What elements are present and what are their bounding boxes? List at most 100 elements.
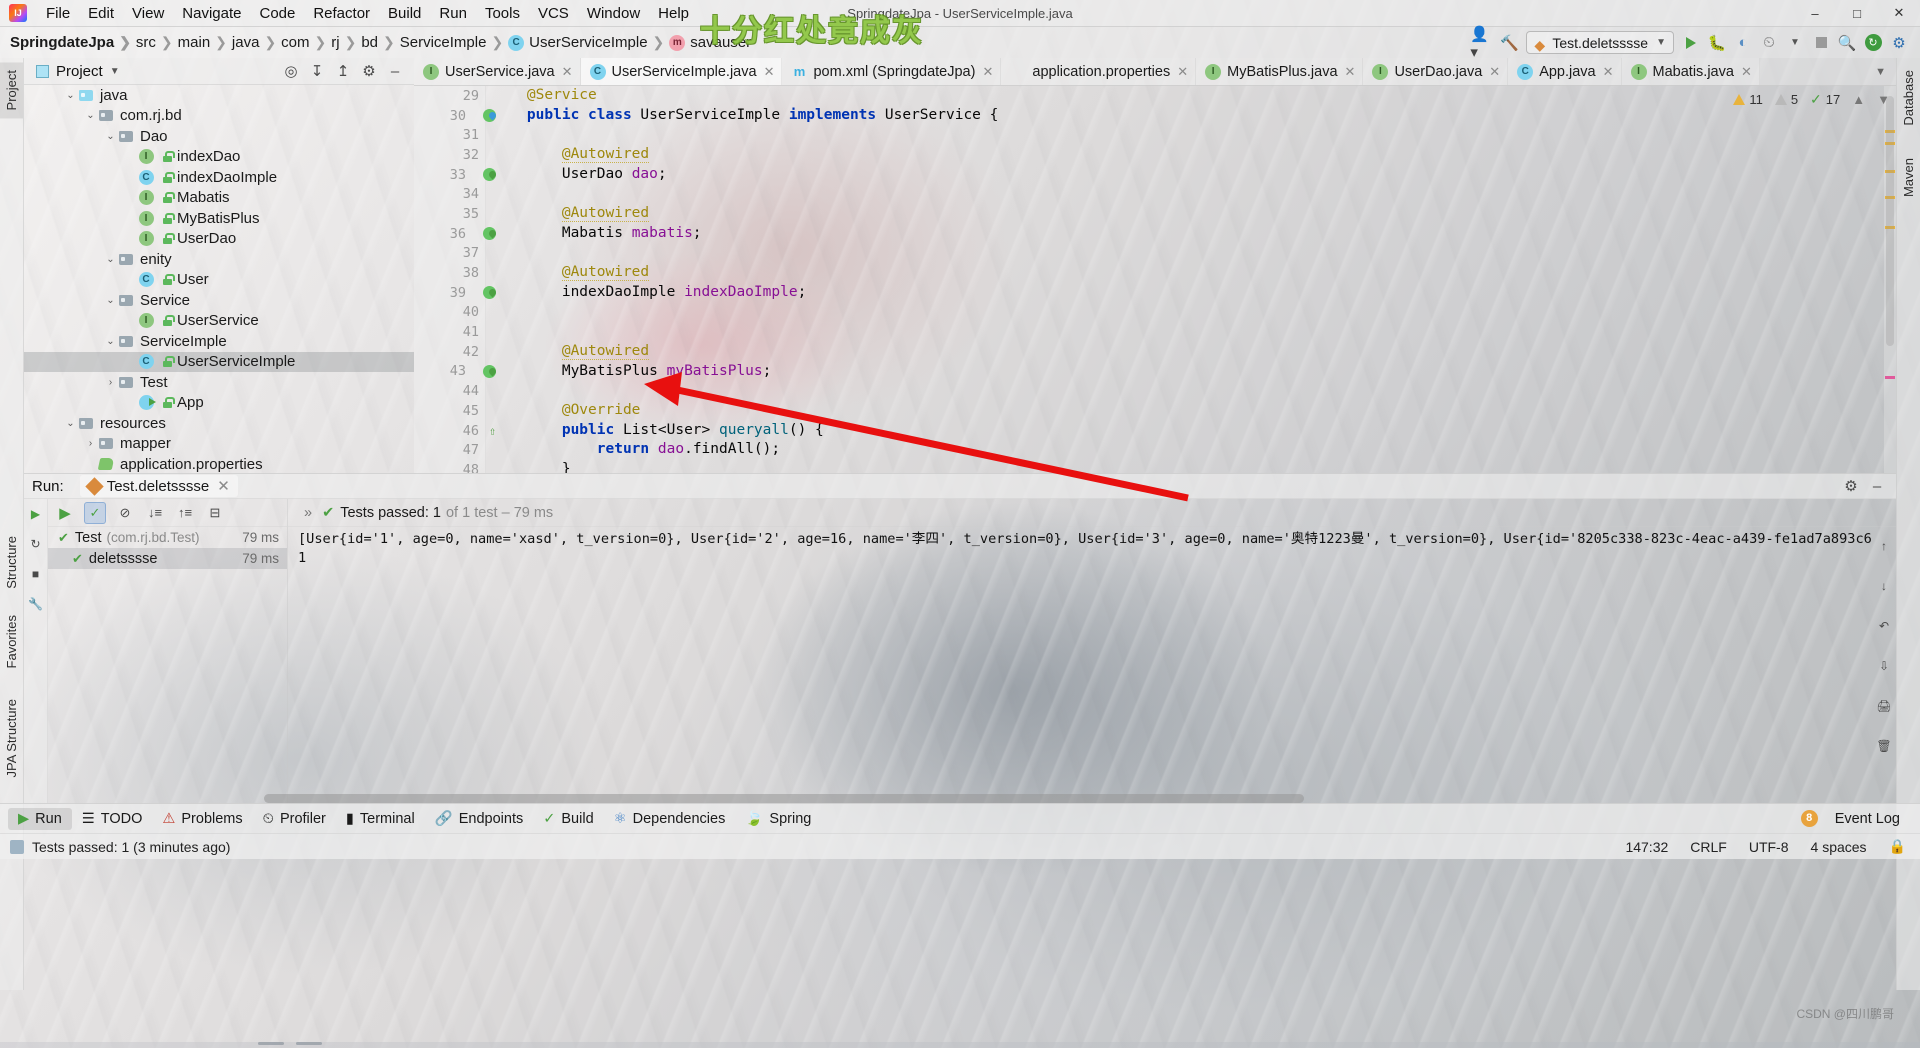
coverage-icon[interactable]: ◐ [1730,31,1756,55]
breadcrumb-java[interactable]: java ❯ [232,34,281,51]
profiler-icon[interactable]: ⏲ [1756,31,1782,55]
code-line[interactable]: @Service [492,86,1896,106]
tool-button-terminal[interactable]: ▮ Terminal [336,808,425,830]
gutter-line[interactable]: 30 [414,106,496,126]
code-line[interactable]: @Autowired [492,204,1896,224]
debug-icon[interactable]: 🐛 [1704,31,1730,55]
tool-button-todo[interactable]: ☰ TODO [72,808,153,830]
lock-icon[interactable]: 🔒 [1889,838,1906,855]
chevron-down-icon[interactable]: ⌄ [84,110,97,121]
inspection-typos[interactable]: ✓ 17 [1810,91,1840,108]
editor-tab-bar[interactable]: I UserService.java ✕ C UserServiceImple.java… [414,58,1896,86]
scroll-down-icon[interactable]: ↓ [1875,577,1893,595]
close-icon[interactable]: ✕ [982,64,993,80]
run-tab[interactable]: Test.deletsssse ✕ [79,475,238,497]
close-icon[interactable]: ✕ [1345,64,1356,80]
tree-node[interactable]: ⌄ Service [24,290,414,311]
tree-node[interactable]: CindexDaoImple [24,167,414,188]
taskbar-item[interactable] [296,1042,322,1045]
window-controls[interactable]: – □ ✕ [1794,0,1920,26]
chevron-down-icon[interactable]: ⌄ [104,295,117,306]
file-encoding[interactable]: UTF-8 [1749,839,1789,855]
inspection-expand-icon[interactable]: ▼ [1877,92,1890,107]
gutter-line[interactable]: 45 [414,401,485,421]
menu-vcs[interactable]: VCS [529,2,578,25]
chevron-down-icon[interactable]: ⌄ [64,90,77,101]
tool-window-button-database[interactable]: Database [1897,62,1920,134]
tree-node[interactable]: I UserService [24,311,414,332]
gutter-line[interactable]: 36 [414,224,496,244]
export-icon[interactable]: ⇩ [1875,657,1893,675]
tree-node[interactable]: App [24,393,414,414]
tool-button-run[interactable]: ▶ Run [8,807,72,830]
chevron-down-icon[interactable]: ⌄ [104,131,117,142]
tree-node[interactable]: I UserDao [24,229,414,250]
gutter-line[interactable]: 34 [414,184,485,204]
menu-tools[interactable]: Tools [476,2,529,25]
gutter-line[interactable]: 35 [414,204,485,224]
gutter-line[interactable]: 44 [414,381,485,401]
tree-node[interactable]: ⌄ resources [24,413,414,434]
tool-window-button-project[interactable]: Project [0,62,23,119]
tree-node[interactable]: I Mabatis [24,188,414,209]
code-line[interactable]: UserDao dao; [492,165,1896,185]
code-line[interactable]: Mabatis mabatis; [492,224,1896,244]
gear-icon[interactable]: ⚙ [356,59,382,83]
code-line[interactable]: public class UserServiceImple implements… [492,106,1896,126]
run-icon[interactable] [1678,31,1704,55]
menu-file[interactable]: File [37,2,79,25]
line-separator[interactable]: CRLF [1690,839,1727,855]
tree-node[interactable]: C User [24,270,414,291]
menu-window[interactable]: Window [578,2,649,25]
rerun-icon[interactable]: ▶ [27,505,45,523]
tree-node[interactable]: ⌄ com.rj.bd [24,106,414,127]
navbar-actions[interactable]: 👤▾ 🔨 ◆ Test.deletsssse ▼ 🐛 ◐ ⏲ ▼ 🔍 ↻ ⚙ [1470,26,1920,61]
expand-icon[interactable]: ⊟ [204,502,226,524]
editor-tab[interactable]: I Mabatis.java ✕ [1621,58,1760,85]
gutter-line[interactable]: 32 [414,145,485,165]
menu-edit[interactable]: Edit [79,2,123,25]
run-header-actions[interactable]: ⚙ – [1838,474,1896,498]
tool-button-endpoints[interactable]: 🔗 Endpoints [425,807,534,830]
gutter-line[interactable]: 38 [414,263,485,283]
scrollbar-thumb[interactable] [1886,96,1894,346]
tool-window-button-structure[interactable]: Structure [0,528,23,597]
caret-position[interactable]: 147:32 [1625,839,1668,855]
project-toolbar[interactable]: ◎ ↧ ↥ ⚙ – [278,59,414,83]
chevron-right-icon[interactable]: › [104,377,117,388]
run-left-action-strip[interactable]: ▶ ↻ ■ 🔧 [24,499,48,803]
menu-run[interactable]: Run [430,2,476,25]
close-icon[interactable]: ✕ [217,477,230,495]
menu-code[interactable]: Code [250,2,304,25]
code-line[interactable]: } [492,460,1896,473]
maximize-button[interactable]: □ [1836,0,1878,26]
inspection-collapse-icon[interactable]: ▲ [1852,92,1865,107]
close-icon[interactable]: ✕ [1741,64,1752,80]
breadcrumb-com[interactable]: com ❯ [281,34,331,51]
main-menu-bar[interactable]: File Edit View Navigate Code Refactor Bu… [37,2,698,25]
breadcrumb-class[interactable]: C UserServiceImple ❯ [508,34,669,51]
tool-button-event-log[interactable]: Event Log [1825,808,1910,830]
editor-tab[interactable]: I UserDao.java ✕ [1363,58,1509,85]
mute-icon[interactable]: ⊘ [114,502,136,524]
close-button[interactable]: ✕ [1878,0,1920,26]
tree-node[interactable]: ⌄ enity [24,249,414,270]
minimize-button[interactable]: – [1794,0,1836,26]
scroll-up-icon[interactable]: ↑ [1875,537,1893,555]
gutter-line[interactable]: 31 [414,125,485,145]
hide-icon[interactable]: – [1864,474,1890,498]
tool-button-spring[interactable]: 🍃 Spring [735,807,821,830]
gutter-line[interactable]: 43 [414,362,496,382]
tree-node[interactable]: › mapper [24,434,414,455]
chevron-down-icon[interactable]: ▼ [110,66,120,77]
rerun-failed-icon[interactable]: ↻ [27,535,45,553]
console-action-strip[interactable]: ↑ ↓ ↶ ⇩ 🖨 🗑 [1872,527,1896,803]
close-icon[interactable]: ✕ [1177,64,1188,80]
tree-node[interactable]: C UserServiceImple [24,351,414,372]
editor-tab[interactable]: C App.java ✕ [1508,58,1622,85]
editor-scrollbar-marker-track[interactable] [1884,86,1896,473]
menu-navigate[interactable]: Navigate [173,2,250,25]
code-line[interactable] [492,125,1896,145]
close-icon[interactable]: ✕ [1603,64,1614,80]
gutter-line[interactable]: 29 [414,86,485,106]
